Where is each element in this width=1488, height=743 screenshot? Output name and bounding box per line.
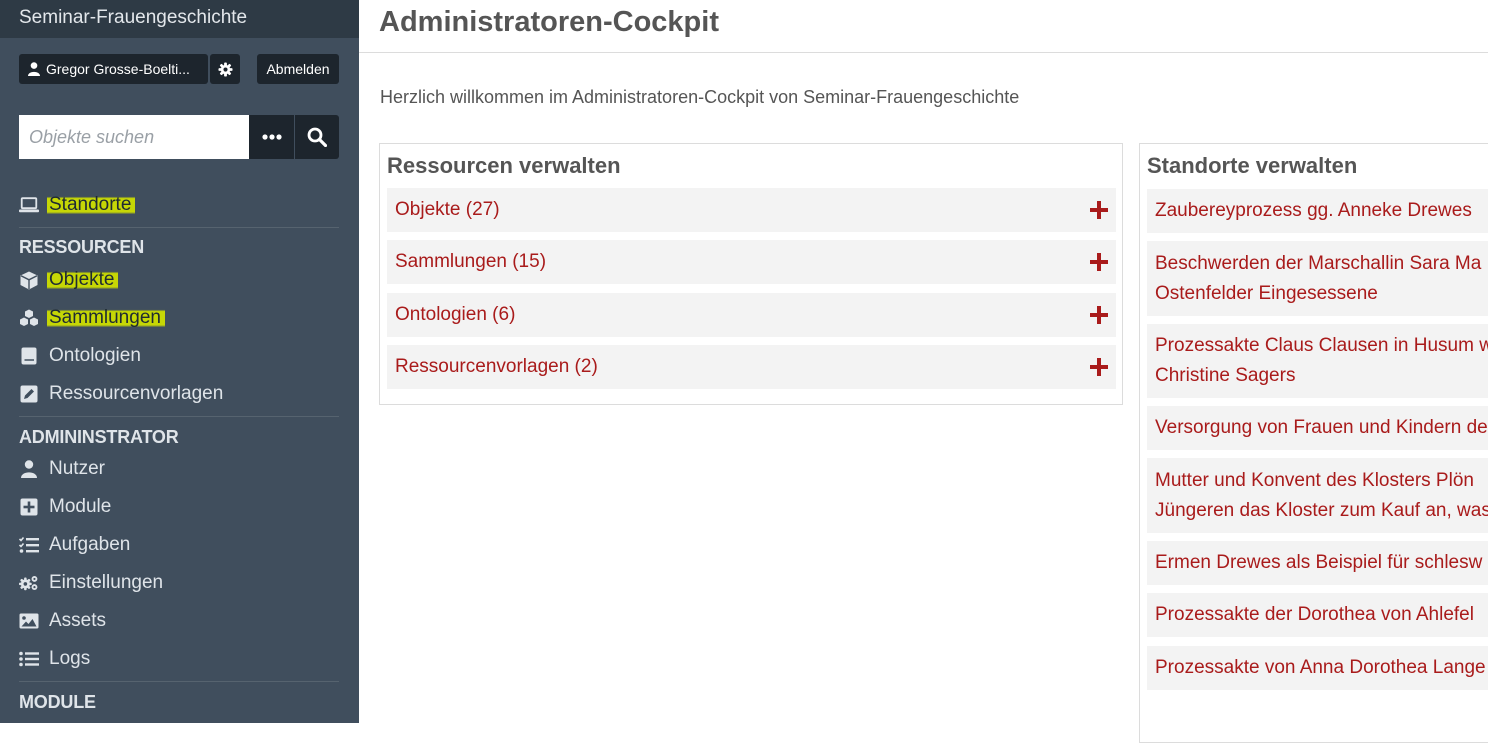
user-icon <box>28 62 40 76</box>
site-link-text: Ermen Drewes als Beispiel für schlesw <box>1155 552 1483 573</box>
sidebar-item-ontologien[interactable]: Ontologien <box>19 341 141 371</box>
user-account-button[interactable]: Gregor Grosse-Boelti... <box>19 54 208 84</box>
sites-panel: Standorte verwalten Zaubereyprozess gg. … <box>1139 143 1488 743</box>
sidebar-item-label: Assets <box>49 610 107 631</box>
page-title: Administratoren-Cockpit <box>379 6 719 38</box>
site-link[interactable]: Zaubereyprozess gg. Anneke Drewes <box>1147 189 1488 233</box>
site-link-text: Mutter und Konvent des Klosters Plön <box>1155 470 1474 491</box>
panel-title: Standorte verwalten <box>1147 153 1358 178</box>
sidebar-item-label: Module <box>49 496 112 517</box>
ellipsis-icon <box>261 134 282 140</box>
sidebar-item-module[interactable]: Module <box>19 492 111 522</box>
laptop-icon <box>19 195 39 215</box>
site-link-text: Prozessakte Claus Clausen in Husum w <box>1155 335 1488 356</box>
sidebar-item-label: Ressourcenvorlagen <box>49 383 224 404</box>
site-link[interactable]: Prozessakte von Anna Dorothea Lange <box>1147 646 1488 690</box>
resources-panel: Ressourcen verwalten Objekte (27) Sammlu… <box>379 143 1123 405</box>
welcome-text: Herzlich willkommen im Administratoren-C… <box>380 87 1020 107</box>
resource-link[interactable]: Ontologien (6) <box>395 304 515 326</box>
site-link-text: Beschwerden der Marschallin Sara Ma <box>1155 253 1482 274</box>
site-link[interactable]: Versorgung von Frauen und Kindern de <box>1147 406 1488 450</box>
site-link[interactable]: Mutter und Konvent des Klosters Plön Jün… <box>1147 458 1488 533</box>
sidebar-item-label: Ontologien <box>49 345 141 366</box>
resource-link[interactable]: Objekte (27) <box>395 199 500 221</box>
site-title-link[interactable]: Seminar-Frauengeschichte <box>19 7 247 29</box>
add-icon[interactable] <box>1089 357 1109 377</box>
sidebar-item-label: Standorte <box>47 194 136 216</box>
site-link-text: Christine Sagers <box>1155 365 1296 386</box>
edit-icon <box>19 384 39 404</box>
site-link-text: Jüngeren das Kloster zum Kauf an, was <box>1155 500 1488 521</box>
site-title-bar: Seminar-Frauengeschichte <box>0 0 359 38</box>
sidebar-item-assets[interactable]: Assets <box>19 606 106 636</box>
sidebar-item-einstellungen[interactable]: Einstellungen <box>19 568 163 598</box>
resource-row-objekte: Objekte (27) <box>387 188 1116 232</box>
nav-divider <box>19 227 339 228</box>
panel-title: Ressourcen verwalten <box>387 153 621 178</box>
nav-heading-admin: ADMININSTRATOR <box>19 427 179 447</box>
site-link-text: Prozessakte der Dorothea von Ahlefel <box>1155 604 1474 625</box>
site-link-text: Zaubereyprozess gg. Anneke Drewes <box>1155 200 1472 221</box>
search-icon <box>307 127 327 147</box>
sidebar-item-aufgaben[interactable]: Aufgaben <box>19 530 130 560</box>
user-settings-button[interactable] <box>210 54 240 84</box>
list-icon <box>19 649 39 669</box>
search-submit-button[interactable] <box>295 115 339 159</box>
add-icon[interactable] <box>1089 200 1109 220</box>
sidebar-item-label: Aufgaben <box>49 534 131 555</box>
add-icon[interactable] <box>1089 305 1109 325</box>
resource-link[interactable]: Ressourcenvorlagen (2) <box>395 356 598 378</box>
resource-row-ressourcenvorlagen: Ressourcenvorlagen (2) <box>387 345 1116 389</box>
cubes-icon <box>19 308 39 328</box>
search-options-button[interactable] <box>249 115 294 159</box>
resource-link[interactable]: Sammlungen (15) <box>395 251 546 273</box>
logout-button[interactable]: Abmelden <box>257 54 339 84</box>
nav-divider <box>19 416 339 417</box>
tasks-icon <box>19 535 39 555</box>
sidebar-item-objekte[interactable]: Objekte <box>19 265 119 295</box>
resource-row-ontologien: Ontologien (6) <box>387 293 1116 337</box>
nav-heading-resources: RESSOURCEN <box>19 237 145 257</box>
gear-icon <box>217 61 233 77</box>
add-icon[interactable] <box>1089 252 1109 272</box>
site-link-text: Versorgung von Frauen und Kindern de <box>1155 417 1488 438</box>
search-input[interactable] <box>19 115 249 159</box>
plus-square-icon <box>19 497 39 517</box>
sidebar-item-label: Logs <box>49 648 91 669</box>
sidebar-item-ressourcenvorlagen[interactable]: Ressourcenvorlagen <box>19 379 223 409</box>
user-icon <box>19 459 39 479</box>
sidebar-item-sammlungen[interactable]: Sammlungen <box>19 303 165 333</box>
user-name: Gregor Grosse-Boelti... <box>46 61 190 77</box>
sidebar-item-label: Objekte <box>47 269 119 291</box>
sidebar: Seminar-Frauengeschichte Gregor Grosse-B… <box>0 0 359 723</box>
site-link-text: Prozessakte von Anna Dorothea Lange <box>1155 657 1486 678</box>
book-icon <box>19 346 39 366</box>
image-icon <box>19 611 39 631</box>
sidebar-item-standorte[interactable]: Standorte <box>19 190 136 220</box>
nav-heading-modules: MODULE <box>19 692 96 712</box>
page-header: Administratoren-Cockpit <box>359 0 1488 53</box>
sidebar-item-label: Einstellungen <box>49 572 164 593</box>
cogs-icon <box>19 573 39 593</box>
site-link-text: Ostenfelder Eingesessene <box>1155 283 1378 304</box>
site-link[interactable]: Prozessakte Claus Clausen in Husum w Chr… <box>1147 324 1488 398</box>
site-link[interactable]: Prozessakte der Dorothea von Ahlefel <box>1147 593 1488 637</box>
sidebar-item-label: Sammlungen <box>47 307 165 329</box>
sidebar-item-logs[interactable]: Logs <box>19 644 90 674</box>
cube-icon <box>19 270 39 290</box>
site-link[interactable]: Ermen Drewes als Beispiel für schlesw <box>1147 541 1488 585</box>
sidebar-item-label: Nutzer <box>49 458 105 479</box>
sidebar-item-nutzer[interactable]: Nutzer <box>19 454 105 484</box>
site-link[interactable]: Beschwerden der Marschallin Sara Ma Oste… <box>1147 241 1488 316</box>
resource-row-sammlungen: Sammlungen (15) <box>387 240 1116 284</box>
nav-divider <box>19 681 339 682</box>
